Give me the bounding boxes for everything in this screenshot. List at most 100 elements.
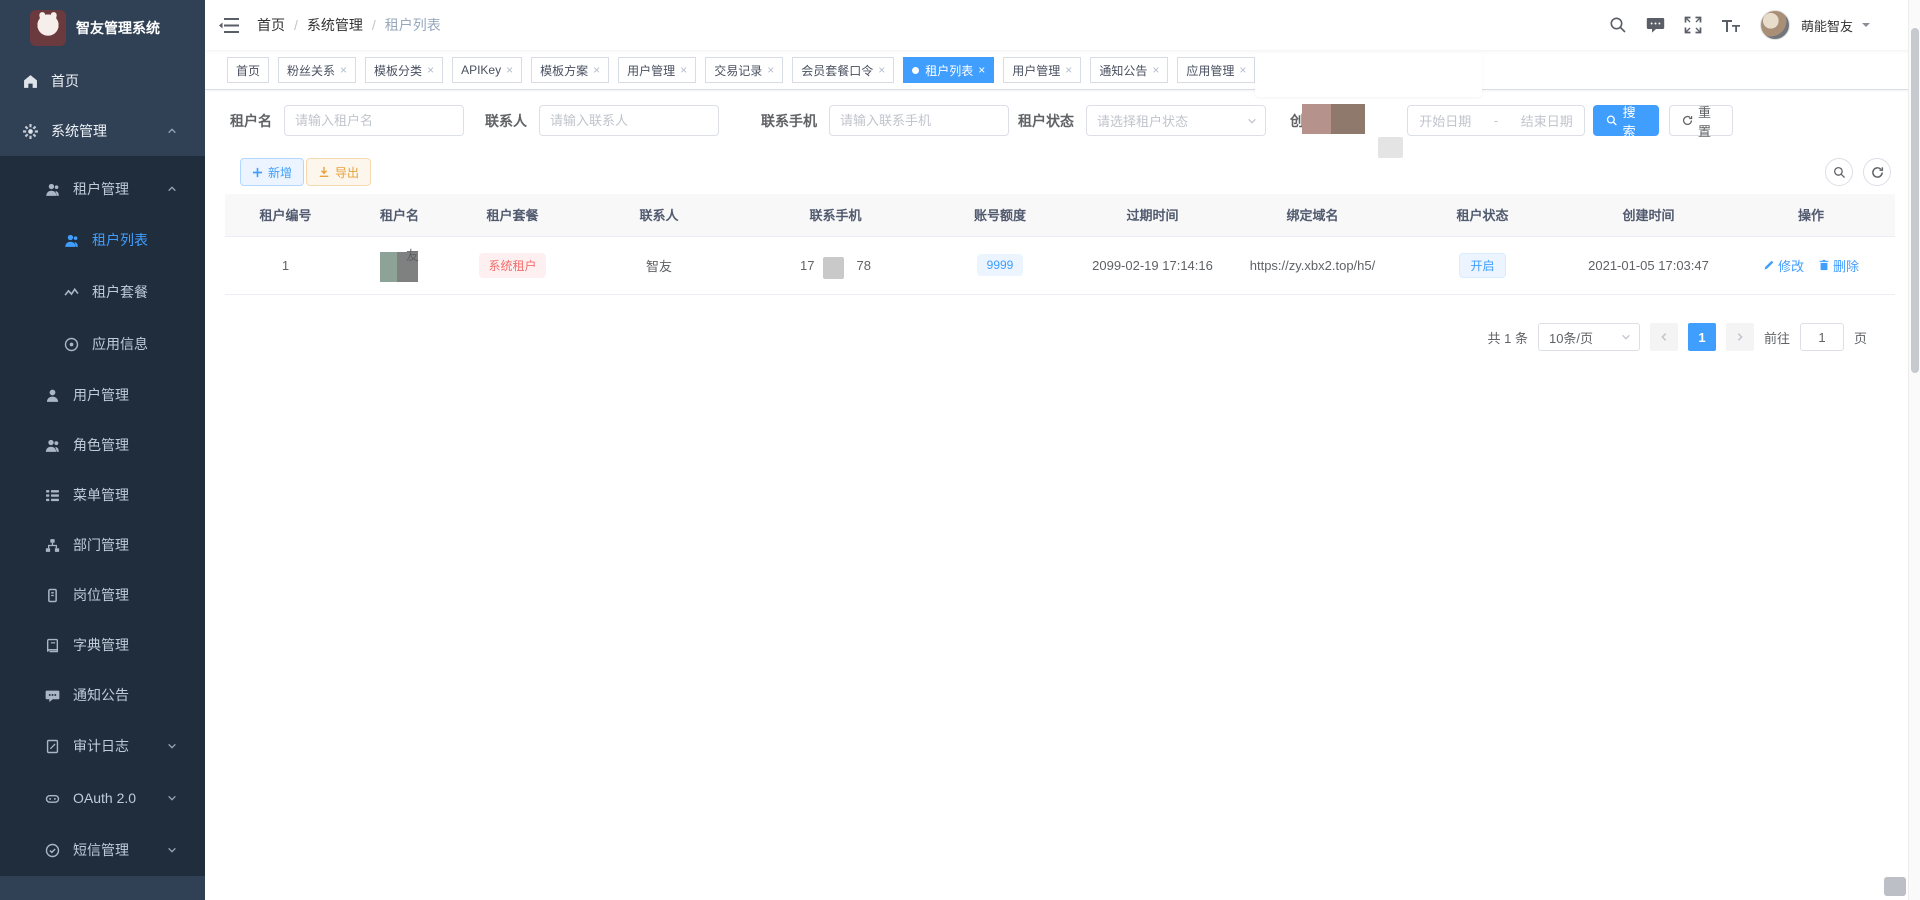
page-size-select[interactable]: 10条/页 bbox=[1538, 323, 1640, 351]
tab-notice[interactable]: 通知公告 bbox=[1090, 57, 1168, 83]
close-icon[interactable] bbox=[1065, 64, 1072, 76]
user-name[interactable]: 萌能智友 bbox=[1801, 16, 1853, 35]
download-icon bbox=[318, 166, 330, 178]
add-button[interactable]: 新增 bbox=[240, 158, 304, 186]
status-select[interactable]: 请选择租户状态 bbox=[1086, 105, 1266, 136]
sidebar-item-oauth[interactable]: OAuth 2.0 bbox=[0, 772, 205, 824]
table-header-row: 租户编号 租户名 租户套餐 联系人 联系手机 账号额度 过期时间 绑定域名 租户… bbox=[225, 194, 1895, 236]
tenant-name-input[interactable] bbox=[284, 105, 464, 136]
sidebar-item-system[interactable]: 系统管理 bbox=[0, 106, 205, 156]
end-date-placeholder[interactable]: 结束日期 bbox=[1521, 111, 1573, 130]
delete-button[interactable]: 删除 bbox=[1818, 256, 1859, 275]
page-number-1[interactable]: 1 bbox=[1688, 323, 1716, 351]
phone-input[interactable] bbox=[829, 105, 1009, 136]
tab-tenant-list[interactable]: 租户列表 bbox=[903, 57, 994, 83]
avatar[interactable] bbox=[1760, 10, 1790, 40]
tab-user-mgmt-2[interactable]: 用户管理 bbox=[1003, 57, 1081, 83]
cell-actions: 修改删除 bbox=[1727, 236, 1895, 294]
sidebar-item-tenant-package[interactable]: 租户套餐 bbox=[0, 266, 205, 318]
sidebar-item-menu-mgmt[interactable]: 菜单管理 bbox=[0, 470, 205, 520]
breadcrumb-system[interactable]: 系统管理 bbox=[307, 15, 363, 35]
contact-label: 联系人 bbox=[485, 111, 527, 131]
gear-icon bbox=[22, 124, 38, 139]
fullscreen-icon[interactable] bbox=[1684, 16, 1702, 34]
user-menu-caret-icon[interactable] bbox=[1862, 23, 1870, 31]
sidebar-item-home[interactable]: 首页 bbox=[0, 56, 205, 106]
vertical-scrollbar[interactable] bbox=[1908, 0, 1920, 900]
sidebar-item-notice-mgmt[interactable]: 通知公告 bbox=[0, 670, 205, 720]
sidebar-item-audit-log[interactable]: 审计日志 bbox=[0, 720, 205, 772]
chevron-up-icon bbox=[167, 184, 177, 194]
reset-button[interactable]: 重置 bbox=[1669, 105, 1733, 136]
tab-member-package-code[interactable]: 会员套餐口令 bbox=[792, 57, 894, 83]
sidebar-item-tenant-list[interactable]: 租户列表 bbox=[0, 214, 205, 266]
close-icon[interactable] bbox=[1239, 64, 1246, 76]
search-icon[interactable] bbox=[1609, 16, 1627, 34]
tab-trade-record[interactable]: 交易记录 bbox=[705, 57, 783, 83]
close-icon[interactable] bbox=[506, 64, 513, 76]
tab-app-mgmt[interactable]: 应用管理 bbox=[1177, 57, 1255, 83]
export-button[interactable]: 导出 bbox=[306, 158, 371, 186]
sidebar-collapse-button[interactable] bbox=[219, 15, 241, 35]
close-icon[interactable] bbox=[1152, 64, 1159, 76]
close-icon[interactable] bbox=[427, 64, 434, 76]
redaction-blob-phone bbox=[823, 257, 844, 279]
col-created: 创建时间 bbox=[1570, 194, 1727, 236]
jump-suffix: 页 bbox=[1854, 328, 1867, 347]
close-icon[interactable] bbox=[680, 64, 687, 76]
cell-created: 2021-01-05 17:03:47 bbox=[1570, 236, 1727, 294]
app-root: 智友管理系统 首页 系统管理 租户管理 租户列表 租户套餐 bbox=[0, 0, 1920, 900]
tab-fans[interactable]: 粉丝关系 bbox=[278, 57, 356, 83]
prev-page-button[interactable] bbox=[1650, 323, 1678, 351]
scrollbar-thumb[interactable] bbox=[1911, 28, 1919, 373]
close-icon[interactable] bbox=[878, 64, 885, 76]
date-range-picker[interactable]: 开始日期 - 结束日期 bbox=[1407, 105, 1585, 136]
tab-user-mgmt-1[interactable]: 用户管理 bbox=[618, 57, 696, 83]
tab-home[interactable]: 首页 bbox=[227, 57, 269, 83]
next-page-button[interactable] bbox=[1726, 323, 1754, 351]
cell-contact: 智友 bbox=[572, 236, 746, 294]
filter-tenant-name: 租户名 bbox=[230, 105, 464, 136]
toggle-search-button[interactable] bbox=[1825, 158, 1853, 186]
col-expire: 过期时间 bbox=[1075, 194, 1230, 236]
menu-icon bbox=[44, 488, 60, 503]
search-button[interactable]: 搜索 bbox=[1593, 105, 1659, 136]
sidebar-item-user-mgmt[interactable]: 用户管理 bbox=[0, 370, 205, 420]
sidebar-item-role-mgmt[interactable]: 角色管理 bbox=[0, 420, 205, 470]
date-separator: - bbox=[1494, 113, 1498, 128]
contact-input[interactable] bbox=[539, 105, 719, 136]
close-icon[interactable] bbox=[593, 64, 600, 76]
redaction-blob-created-label bbox=[1302, 104, 1365, 134]
cell-status: 开启 bbox=[1395, 236, 1570, 294]
total-count: 共 1 条 bbox=[1488, 328, 1528, 347]
message-icon[interactable] bbox=[1646, 16, 1665, 34]
active-dot bbox=[912, 67, 919, 74]
edit-button[interactable]: 修改 bbox=[1763, 256, 1804, 275]
breadcrumb-separator: / bbox=[294, 17, 298, 33]
close-icon[interactable] bbox=[340, 64, 347, 76]
sidebar-item-post-mgmt[interactable]: 岗位管理 bbox=[0, 570, 205, 620]
refresh-button[interactable] bbox=[1863, 158, 1891, 186]
status-label: 租户状态 bbox=[1018, 111, 1074, 131]
tab-template-category[interactable]: 模板分类 bbox=[365, 57, 443, 83]
breadcrumb-home[interactable]: 首页 bbox=[257, 15, 285, 35]
sidebar-item-dept-mgmt[interactable]: 部门管理 bbox=[0, 520, 205, 570]
pagination: 共 1 条 10条/页 1 前往 页 bbox=[1488, 322, 1868, 352]
sidebar: 智友管理系统 首页 系统管理 租户管理 租户列表 租户套餐 bbox=[0, 0, 205, 900]
role-icon bbox=[44, 438, 60, 453]
close-icon[interactable] bbox=[978, 64, 985, 76]
sidebar-item-sms-mgmt[interactable]: 短信管理 bbox=[0, 824, 205, 876]
sidebar-item-tenant-mgmt[interactable]: 租户管理 bbox=[0, 164, 205, 214]
start-date-placeholder[interactable]: 开始日期 bbox=[1419, 111, 1471, 130]
jump-page-input[interactable] bbox=[1800, 323, 1844, 351]
sidebar-item-dict-mgmt[interactable]: 字典管理 bbox=[0, 620, 205, 670]
sidebar-item-app-info[interactable]: 应用信息 bbox=[0, 318, 205, 370]
package-icon bbox=[63, 285, 79, 300]
font-size-icon[interactable] bbox=[1721, 17, 1741, 34]
col-package: 租户套餐 bbox=[453, 194, 572, 236]
close-icon[interactable] bbox=[767, 64, 774, 76]
package-badge: 系统租户 bbox=[479, 253, 545, 278]
tab-apikey[interactable]: APIKey bbox=[452, 57, 522, 83]
tab-template-plan[interactable]: 模板方案 bbox=[531, 57, 609, 83]
header-actions: 萌能智友 bbox=[1609, 0, 1870, 50]
